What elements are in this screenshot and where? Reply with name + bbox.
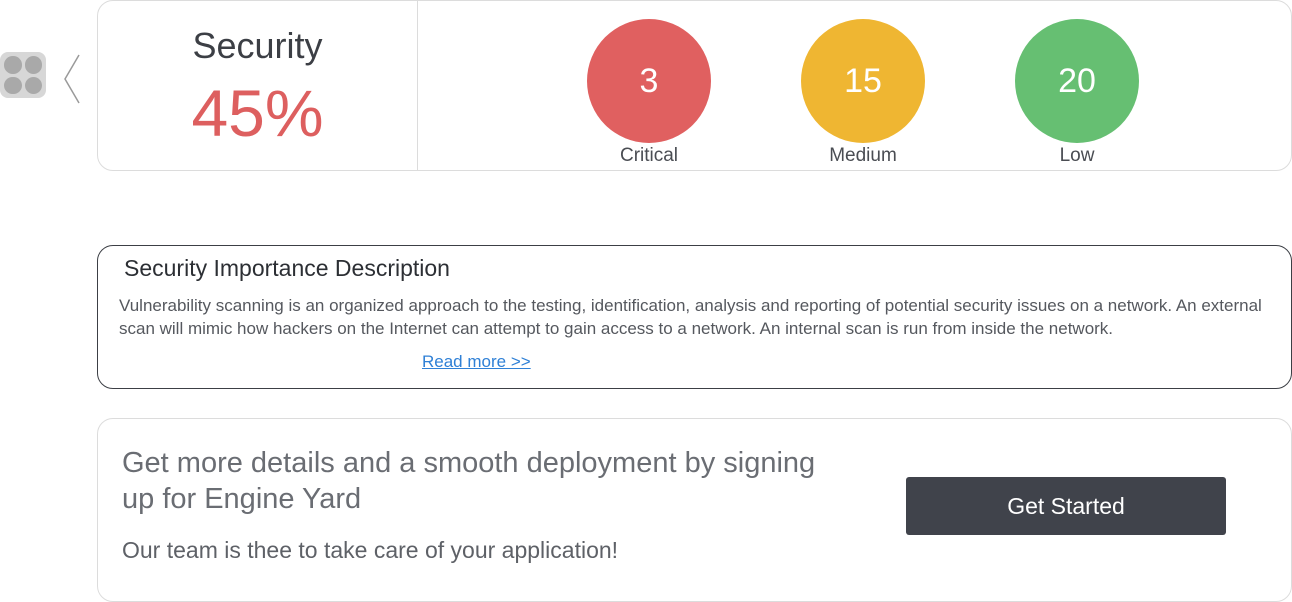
read-more-link[interactable]: Read more >> [422, 352, 531, 372]
apps-grid-dot [4, 56, 22, 74]
security-title: Security [192, 25, 323, 66]
get-started-button[interactable]: Get Started [906, 477, 1226, 535]
description-title: Security Importance Description [124, 255, 450, 281]
apps-grid-icon[interactable] [0, 52, 46, 98]
severity-critical[interactable]: 3 Critical [587, 19, 711, 167]
security-score: 45% [191, 76, 324, 150]
severity-medium[interactable]: 15 Medium [801, 19, 925, 167]
apps-grid-dot [24, 76, 42, 94]
apps-grid-dot [4, 76, 22, 94]
low-count-badge: 20 [1015, 19, 1139, 143]
apps-grid-dot [24, 56, 42, 74]
cta-heading: Get more details and a smooth deployment… [122, 447, 816, 515]
cta-subtext: Our team is thee to take care of your ap… [122, 537, 619, 563]
medium-label: Medium [829, 145, 897, 166]
medium-count-badge: 15 [801, 19, 925, 143]
chevron-left-icon[interactable] [60, 52, 84, 106]
security-summary-card: Security 45% 3 Critical 15 Medium 20 Low [97, 0, 1292, 171]
signup-cta-card: Get more details and a smooth deployment… [97, 418, 1292, 602]
page: Security 45% 3 Critical 15 Medium 20 Low… [0, 0, 1292, 602]
description-body: Vulnerability scanning is an organized a… [119, 296, 1262, 338]
severity-low[interactable]: 20 Low [1015, 19, 1139, 167]
critical-label: Critical [619, 145, 679, 166]
low-label: Low [1059, 145, 1095, 166]
security-score-panel: Security 45% [98, 1, 418, 170]
critical-count-badge: 3 [587, 19, 711, 143]
security-description-card: Security Importance Description Vulnerab… [97, 245, 1292, 389]
